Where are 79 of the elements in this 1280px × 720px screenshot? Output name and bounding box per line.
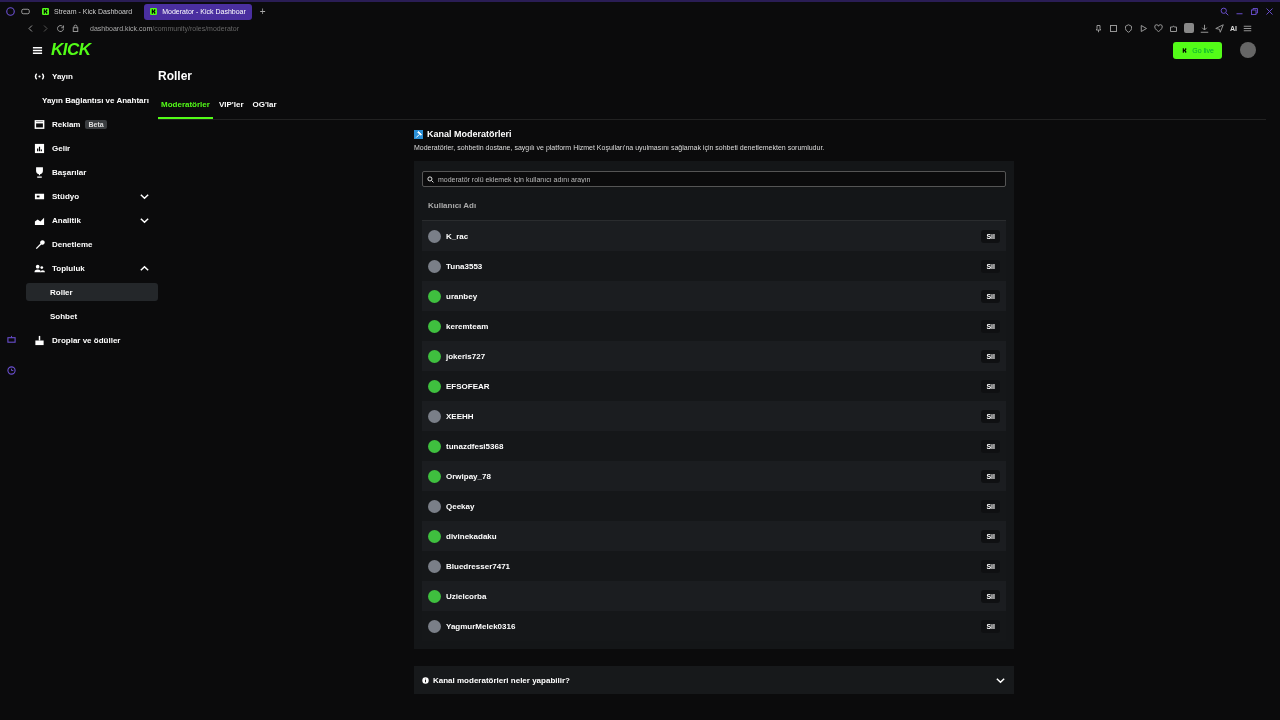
username: Qeekay xyxy=(446,501,475,511)
back-icon[interactable] xyxy=(26,23,35,33)
username: Uzielcorba xyxy=(446,591,487,601)
sidebar-subitem[interactable]: Yayın Bağlantısı ve Anahtarı xyxy=(26,91,158,109)
tab[interactable]: VIP'ler xyxy=(215,97,247,119)
username: XEEHH xyxy=(446,411,474,421)
sidebar-item[interactable]: Gelir xyxy=(26,139,158,157)
broadcast-icon xyxy=(34,70,45,82)
username: jokeris727 xyxy=(446,351,486,361)
people-icon xyxy=(34,262,45,274)
sidebar-subitem[interactable]: Sohbet xyxy=(26,307,158,325)
username: keremteam xyxy=(446,321,489,331)
default-avatar xyxy=(428,589,441,603)
username: tunazdfesi5368 xyxy=(446,441,504,451)
sidebar-item[interactable]: Stüdyo xyxy=(26,187,158,205)
send-icon[interactable] xyxy=(1215,23,1224,33)
sidebar-item[interactable]: Yayın xyxy=(26,67,158,85)
search-icon xyxy=(427,175,434,183)
default-avatar xyxy=(428,469,441,483)
pin-icon[interactable] xyxy=(1094,23,1103,33)
menu-icon[interactable] xyxy=(32,44,43,56)
info-icon xyxy=(422,676,429,684)
kick-favicon-icon xyxy=(150,8,158,15)
avatar-placeholder xyxy=(428,619,441,633)
avatar-placeholder xyxy=(428,229,441,243)
new-tab-button[interactable]: + xyxy=(257,6,268,17)
default-avatar xyxy=(428,379,441,393)
robot-icon[interactable] xyxy=(6,335,16,344)
sidebar-item[interactable]: Başarılar xyxy=(26,163,158,181)
hammer-icon xyxy=(414,129,423,139)
avatar-placeholder xyxy=(428,499,441,513)
heart-icon[interactable] xyxy=(1154,23,1163,33)
default-avatar xyxy=(428,529,441,543)
square-icon[interactable] xyxy=(1109,23,1118,33)
profile-avatar[interactable] xyxy=(1240,42,1256,58)
username: EFSOFEAR xyxy=(446,381,490,391)
browser-logo-icon[interactable] xyxy=(6,7,15,16)
sidebar-subitem[interactable]: Roller xyxy=(26,283,158,301)
shield-icon[interactable] xyxy=(1124,23,1133,33)
section-title: Kanal Moderatörleri xyxy=(427,129,512,139)
username: divinekadaku xyxy=(446,531,497,541)
bar-chart-icon xyxy=(34,142,45,154)
username: Orwipay_78 xyxy=(446,471,491,481)
default-avatar xyxy=(428,349,441,363)
clock-icon[interactable] xyxy=(6,366,16,375)
faq-accordion[interactable]: Kanal moderatörleri neler yapabilir? xyxy=(414,666,1014,694)
default-avatar xyxy=(428,319,441,333)
trophy-icon xyxy=(34,166,45,178)
play-icon[interactable] xyxy=(1139,23,1148,33)
tab[interactable]: Moderatörler xyxy=(158,97,213,119)
download-icon[interactable] xyxy=(1200,23,1209,33)
reload-icon[interactable] xyxy=(56,23,65,33)
lock-icon xyxy=(71,23,80,33)
sidebar-item[interactable]: Topluluk xyxy=(26,259,158,277)
username: uranbey xyxy=(446,291,478,301)
kick-logo[interactable]: KICK xyxy=(51,40,91,60)
sliders-icon[interactable] xyxy=(1243,23,1252,33)
username: K_rac xyxy=(446,231,469,241)
avatar-placeholder xyxy=(428,559,441,573)
tab[interactable]: OG'lar xyxy=(249,97,280,119)
gamepad-icon[interactable] xyxy=(21,7,30,16)
close-icon[interactable] xyxy=(1265,7,1274,16)
sidebar-item[interactable]: Analitik xyxy=(26,211,158,229)
window-icon xyxy=(34,118,45,130)
username: Tuna3553 xyxy=(446,261,483,271)
username: YagmurMelek0316 xyxy=(446,621,516,631)
search-icon[interactable] xyxy=(1220,7,1229,16)
kick-favicon-icon xyxy=(42,8,49,15)
avatar-placeholder xyxy=(428,409,441,423)
avatar-placeholder[interactable] xyxy=(1184,23,1194,33)
kick-icon xyxy=(1181,46,1189,54)
restore-icon[interactable] xyxy=(1250,7,1259,16)
default-avatar xyxy=(428,439,441,453)
sidebar-item[interactable]: Droplar ve ödüller xyxy=(26,331,158,349)
avatar-placeholder xyxy=(428,259,441,273)
username: Bluedresser7471 xyxy=(446,561,511,571)
default-avatar xyxy=(428,289,441,303)
sidebar-item[interactable]: Denetleme xyxy=(26,235,158,253)
page-title: Roller xyxy=(158,69,193,83)
